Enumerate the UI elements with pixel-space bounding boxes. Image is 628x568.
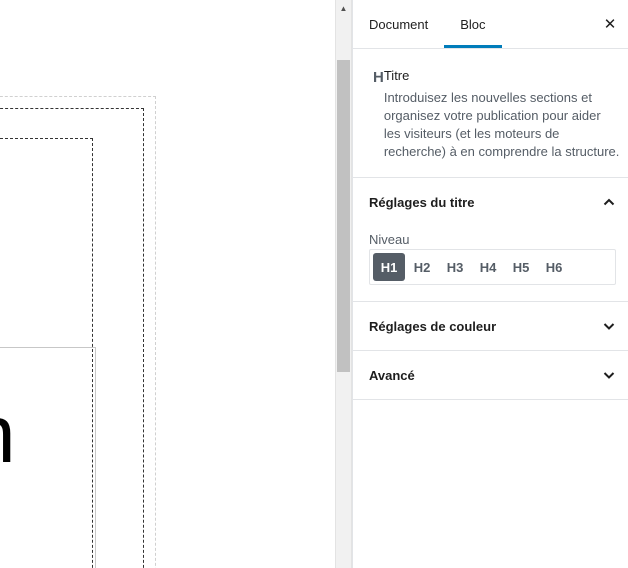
- scroll-thumb[interactable]: [337, 60, 350, 372]
- settings-sidebar: Document Bloc ✕ H Titre Introduisez les …: [352, 0, 628, 568]
- level-h5-button[interactable]: H5: [505, 253, 537, 281]
- panel-title: Réglages de couleur: [369, 318, 497, 334]
- heading-text-fragment[interactable]: n: [0, 394, 16, 476]
- chevron-down-icon: [602, 368, 616, 382]
- level-h6-button[interactable]: H6: [538, 253, 570, 281]
- panel-color-settings: Réglages de couleur: [353, 302, 628, 351]
- panel-advanced-toggle[interactable]: Avancé: [353, 351, 628, 399]
- block-card: H Titre Introduisez les nouvelles sectio…: [353, 49, 628, 178]
- scroll-up-arrow-icon[interactable]: ▲: [336, 0, 351, 17]
- editor-canvas[interactable]: n: [0, 0, 335, 568]
- panel-heading-settings: Réglages du titre Niveau H1 H2 H3 H4 H5 …: [353, 178, 628, 302]
- block-card-title: Titre: [383, 68, 410, 83]
- heading-level-toolbar: H1 H2 H3 H4 H5 H6: [369, 249, 616, 285]
- level-h1-button[interactable]: H1: [373, 253, 405, 281]
- heading-block-icon: H: [373, 69, 384, 86]
- close-sidebar-button[interactable]: ✕: [598, 12, 622, 36]
- block-card-content: Titre Introduisez les nouvelles sections…: [384, 67, 620, 161]
- close-icon: ✕: [603, 16, 617, 33]
- panel-color-settings-toggle[interactable]: Réglages de couleur: [353, 302, 628, 350]
- chevron-up-icon: [602, 195, 616, 209]
- chevron-down-icon: [602, 319, 616, 333]
- block-card-description: Introduisez les nouvelles sections et or…: [383, 90, 620, 159]
- level-h3-button[interactable]: H3: [439, 253, 471, 281]
- panel-advanced: Avancé: [353, 351, 628, 400]
- tab-document[interactable]: Document: [353, 0, 444, 48]
- canvas-scrollbar[interactable]: ▲: [335, 0, 352, 568]
- level-h4-button[interactable]: H4: [472, 253, 504, 281]
- panel-title: Avancé: [369, 367, 415, 383]
- sidebar-tabs: Document Bloc ✕: [353, 0, 628, 49]
- tab-block[interactable]: Bloc: [444, 0, 502, 48]
- panel-title: Réglages du titre: [369, 194, 475, 210]
- level-h2-button[interactable]: H2: [406, 253, 438, 281]
- heading-settings-body: Niveau H1 H2 H3 H4 H5 H6: [353, 226, 628, 301]
- panel-heading-settings-toggle[interactable]: Réglages du titre: [353, 178, 628, 226]
- level-label: Niveau: [369, 232, 410, 247]
